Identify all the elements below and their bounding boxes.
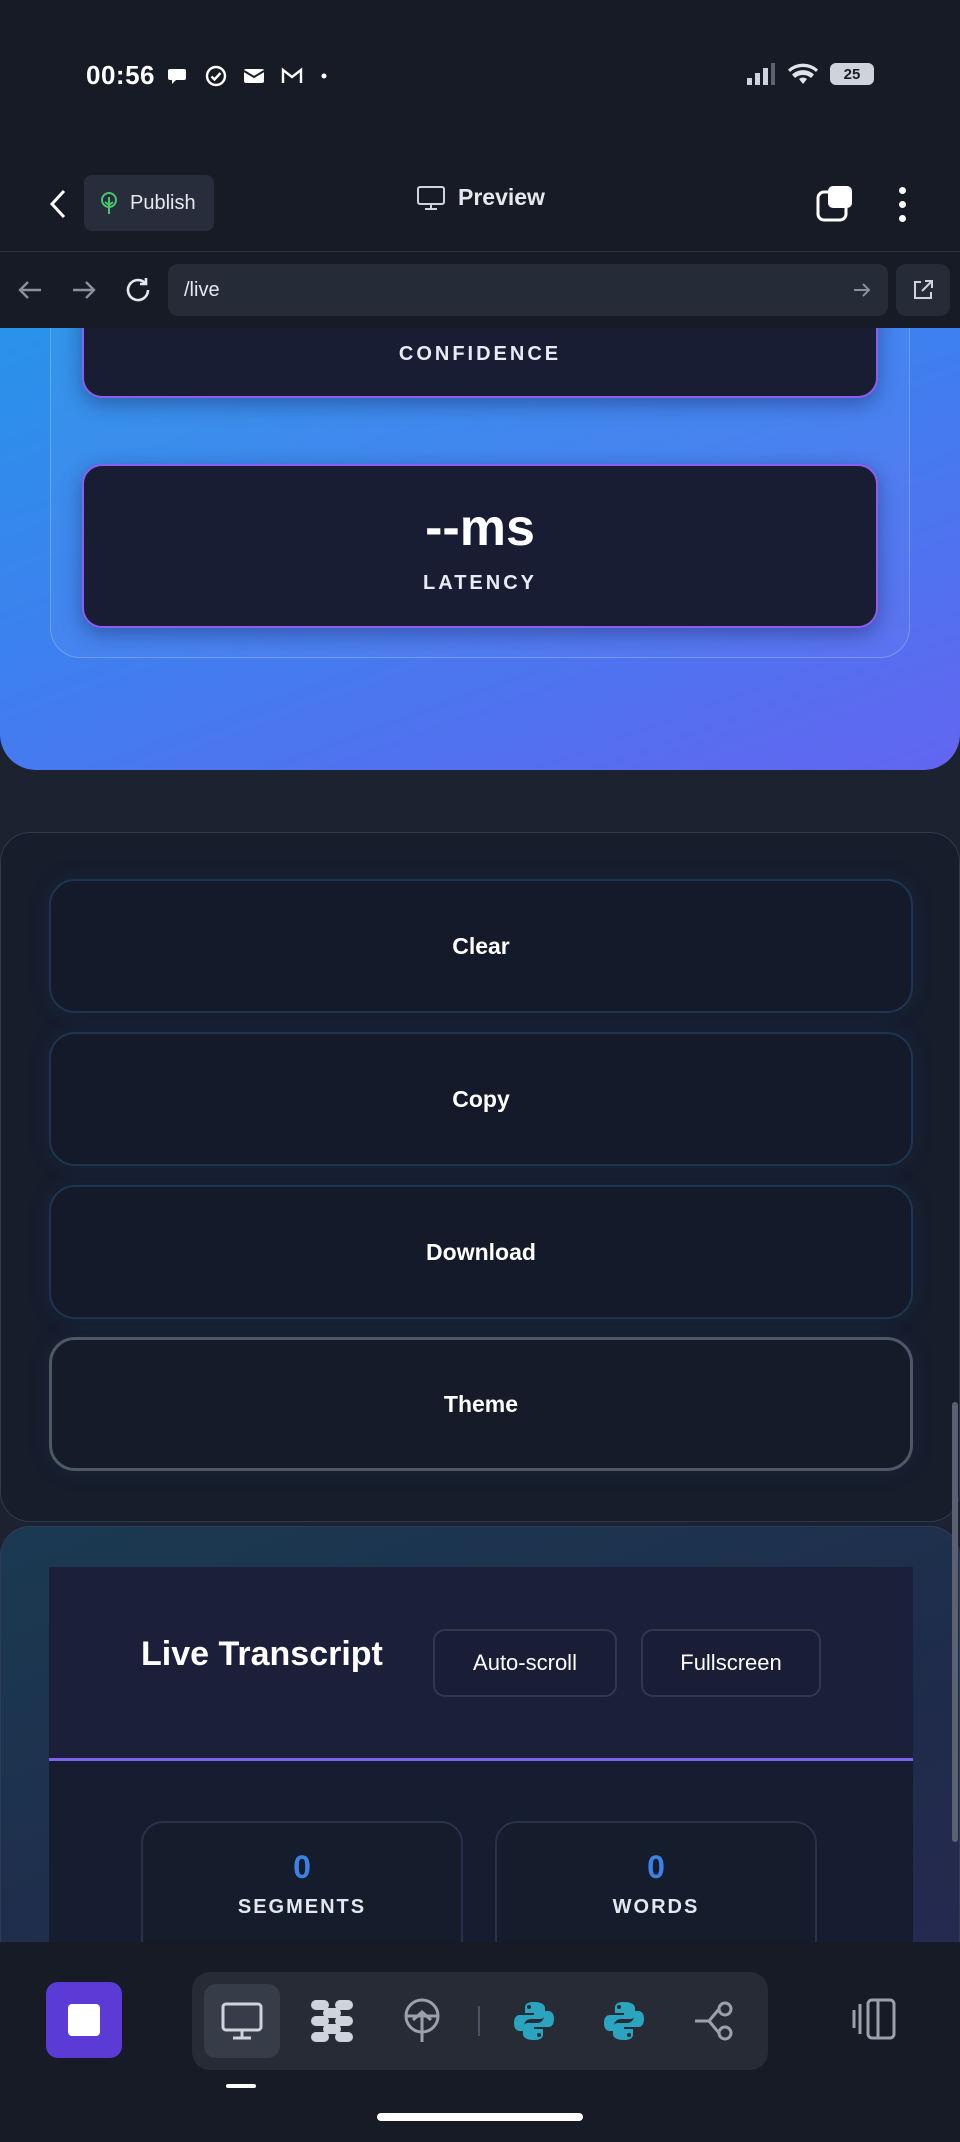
mail-icon — [243, 69, 265, 83]
publish-button[interactable]: Publish — [84, 175, 214, 231]
autoscroll-button[interactable]: Auto-scroll — [433, 1629, 617, 1697]
nav-back-button[interactable] — [10, 270, 50, 310]
publish-label: Publish — [130, 191, 196, 214]
preview-tab[interactable]: Preview — [416, 184, 545, 211]
dot-icon — [321, 73, 327, 79]
segments-label: SEGMENTS — [237, 1896, 367, 1918]
preview-label: Preview — [458, 184, 545, 210]
reload-icon — [126, 278, 150, 302]
stop-button[interactable] — [46, 1982, 122, 2058]
latency-label: LATENCY — [423, 571, 537, 594]
confidence-card: --% CONFIDENCE — [82, 328, 878, 398]
tool-python-1[interactable] — [496, 1984, 572, 2058]
check-circle-icon — [205, 65, 227, 87]
battery-indicator: 25 — [830, 63, 874, 85]
tool-preview[interactable] — [204, 1984, 280, 2058]
stop-icon — [68, 2004, 100, 2036]
url-input[interactable]: /live — [168, 264, 888, 316]
transcript-header: Live Transcript Auto-scroll Fullscreen — [49, 1567, 913, 1761]
url-bar: /live — [0, 252, 960, 328]
notification-icons — [166, 64, 330, 88]
tree-icon — [101, 192, 117, 214]
chat-icon — [168, 69, 186, 84]
url-text: /live — [184, 278, 220, 301]
go-arrow-icon[interactable] — [852, 281, 872, 299]
words-count: 0 — [647, 1849, 665, 1885]
tool-python-2[interactable] — [586, 1984, 662, 2058]
tool-graph[interactable] — [676, 1984, 752, 2058]
chevron-left-icon — [49, 189, 66, 219]
clear-button[interactable]: Clear — [49, 879, 913, 1013]
bottom-dock — [0, 1942, 960, 2142]
words-stat: 0 WORDS — [495, 1821, 817, 1942]
reload-button[interactable] — [118, 270, 158, 310]
more-menu-button[interactable] — [886, 182, 918, 226]
words-label: WORDS — [612, 1896, 700, 1918]
graph-icon — [695, 2001, 733, 2041]
fullscreen-button[interactable]: Fullscreen — [641, 1629, 821, 1697]
theme-button[interactable]: Theme — [49, 1337, 913, 1471]
tool-divider — [478, 2006, 480, 2036]
segments-count: 0 — [293, 1849, 311, 1885]
tool-group — [192, 1972, 768, 2070]
download-button[interactable]: Download — [49, 1185, 913, 1319]
status-time: 00:56 — [86, 60, 155, 90]
python-icon — [514, 2002, 554, 2040]
panel-icon[interactable] — [852, 1996, 898, 2042]
signal-icon — [747, 63, 775, 85]
monitor-icon — [221, 2002, 263, 2040]
system-status: 25 — [746, 62, 874, 86]
active-tool-indicator — [226, 2084, 256, 2088]
python-icon — [604, 2002, 644, 2040]
transcript-body: 0 SEGMENTS 0 WORDS — [49, 1761, 913, 1942]
tool-deploy[interactable] — [384, 1984, 460, 2058]
monitor-icon — [417, 185, 445, 210]
confidence-value: --% — [440, 328, 521, 329]
controls-panel: Clear Copy Download Theme — [0, 832, 960, 1522]
tool-workflows[interactable] — [294, 1984, 370, 2058]
open-external-button[interactable] — [896, 264, 950, 316]
back-button[interactable] — [36, 182, 80, 226]
confidence-label: CONFIDENCE — [398, 342, 562, 365]
page-content[interactable]: --% CONFIDENCE --ms LATENCY Clear Copy D… — [0, 328, 960, 1942]
gmail-icon — [281, 67, 303, 83]
nav-forward-button[interactable] — [64, 270, 104, 310]
scrollbar[interactable] — [952, 1402, 958, 1842]
external-link-icon — [914, 280, 933, 299]
segments-stat: 0 SEGMENTS — [141, 1821, 463, 1942]
copy-button[interactable]: Copy — [49, 1032, 913, 1166]
workflow-icon — [311, 2000, 353, 2042]
arrow-left-icon — [18, 281, 41, 299]
transcript-panel: Live Transcript Auto-scroll Fullscreen 0… — [0, 1526, 960, 1942]
transcript-title: Live Transcript — [141, 1635, 383, 1673]
status-bar: 00:56 25 — [0, 0, 960, 160]
latency-value: --ms — [425, 498, 535, 557]
wifi-icon — [788, 63, 818, 84]
arrow-right-icon — [73, 281, 96, 299]
deploy-icon — [404, 1998, 440, 2042]
home-indicator[interactable] — [377, 2113, 583, 2121]
tabs-icon[interactable] — [814, 182, 858, 226]
latency-card: --ms LATENCY — [82, 464, 878, 628]
app-bar: Publish Preview — [0, 160, 960, 252]
